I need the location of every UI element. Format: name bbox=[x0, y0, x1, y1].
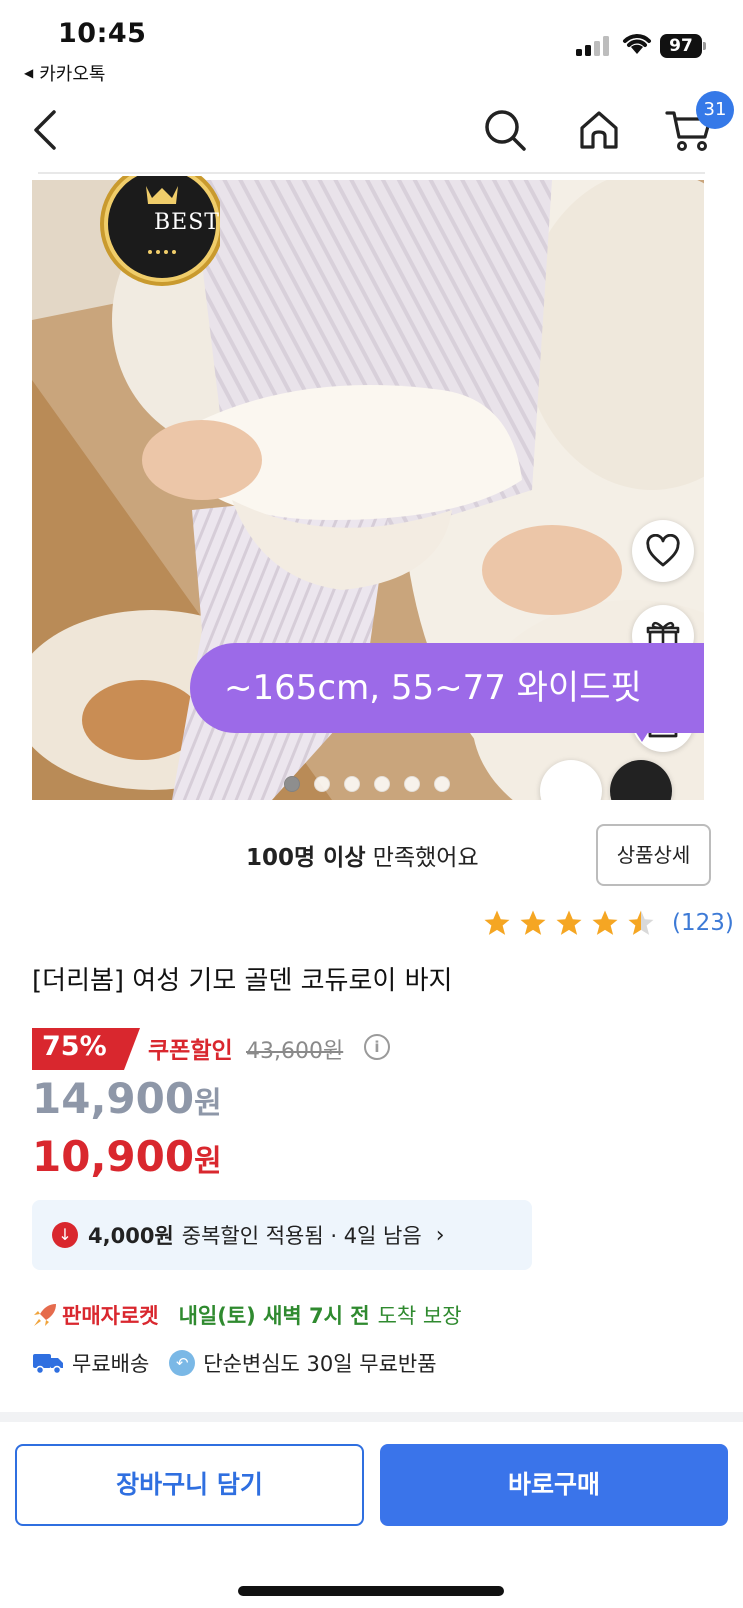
discount-rate: 75% bbox=[42, 1031, 107, 1062]
carousel-dot[interactable] bbox=[314, 776, 330, 792]
sale-price-unit: 원 bbox=[194, 1086, 222, 1121]
coupon-discount-label: 쿠폰할인 bbox=[148, 1038, 233, 1064]
satisfaction-text: 만족했어요 bbox=[365, 845, 479, 871]
free-shipping-label: 무료배송 bbox=[72, 1352, 150, 1376]
rocket-icon bbox=[34, 1304, 56, 1326]
star-half-icon bbox=[628, 910, 654, 935]
carousel-dot[interactable] bbox=[284, 776, 300, 792]
carousel-dot[interactable] bbox=[434, 776, 450, 792]
add-to-cart-button[interactable]: 장바구니 담기 bbox=[15, 1444, 364, 1526]
shipping-info-row: 무료배송 ↶ 단순변심도 30일 무료반품 bbox=[32, 1348, 437, 1378]
home-icon bbox=[580, 111, 618, 149]
size-fit-banner: ~165cm, 55~77 와이드핏 bbox=[190, 643, 704, 733]
return-arrow-icon: ↶ bbox=[169, 1350, 196, 1376]
product-title: [더리봄] 여성 기모 골덴 코듀로이 바지 bbox=[32, 966, 453, 996]
satisfaction-count: 100명 이상 bbox=[246, 845, 366, 871]
duplicate-discount-text: 중복할인 적용됨 · 4일 남음 bbox=[181, 1224, 422, 1248]
search-icon bbox=[485, 110, 526, 151]
wishlist-button[interactable] bbox=[632, 520, 694, 582]
back-app-label: 카카오톡 bbox=[39, 64, 106, 85]
best-badge-label: BEST bbox=[154, 210, 220, 235]
final-price-amount: 10,900 bbox=[32, 1132, 195, 1181]
original-price: 43,600원 bbox=[246, 1039, 344, 1064]
chevron-right-icon: › bbox=[435, 1222, 445, 1248]
carousel-dot[interactable] bbox=[374, 776, 390, 792]
status-bar: 10:45 ◀ 카카오톡 97 bbox=[0, 0, 743, 85]
cellular-signal-icon bbox=[576, 36, 612, 56]
review-count[interactable]: (123) bbox=[672, 910, 734, 936]
rocket-brand: 판매자로켓 bbox=[62, 1304, 159, 1328]
arrow-down-icon: ↓ bbox=[52, 1222, 78, 1248]
final-price-unit: 원 bbox=[194, 1144, 222, 1179]
wifi-icon bbox=[623, 34, 651, 54]
top-navigation bbox=[0, 90, 743, 170]
buy-now-button[interactable]: 바로구매 bbox=[380, 1444, 728, 1526]
cart-count-badge: 31 bbox=[696, 91, 734, 129]
size-fit-banner-tail bbox=[628, 720, 656, 742]
chevron-left-icon bbox=[34, 110, 56, 150]
satisfaction-summary: 100명 이상 만족했어요 bbox=[246, 838, 479, 872]
carousel-dot[interactable] bbox=[404, 776, 420, 792]
delivery-eta: 내일(토) 새벽 7시 전 bbox=[178, 1304, 370, 1328]
back-button[interactable] bbox=[10, 90, 80, 170]
battery-level: 97 bbox=[660, 34, 702, 58]
truck-icon bbox=[33, 1354, 63, 1375]
product-detail-button[interactable]: 상품상세 bbox=[596, 824, 711, 886]
final-price: 10,900원 bbox=[32, 1132, 222, 1181]
duplicate-discount-amount: 4,000원 bbox=[88, 1224, 174, 1248]
free-return-label: 단순변심도 30일 무료반품 bbox=[203, 1352, 437, 1376]
heart-icon bbox=[646, 534, 680, 567]
bottom-divider bbox=[0, 1412, 743, 1422]
search-button[interactable] bbox=[470, 90, 540, 170]
back-triangle-icon: ◀ bbox=[24, 66, 34, 80]
star-full-icon bbox=[484, 910, 510, 935]
battery-indicator: 97 bbox=[660, 34, 706, 58]
star-full-icon bbox=[592, 910, 618, 935]
duplicate-discount-banner[interactable]: ↓ 4,000원 중복할인 적용됨 · 4일 남음 › bbox=[32, 1200, 532, 1270]
home-button[interactable] bbox=[564, 90, 634, 170]
carousel-dot[interactable] bbox=[344, 776, 360, 792]
status-time: 10:45 bbox=[58, 18, 147, 49]
carousel-indicator bbox=[284, 776, 450, 792]
rocket-delivery-row: 판매자로켓 내일(토) 새벽 7시 전 도착 보장 bbox=[32, 1300, 462, 1330]
sale-price: 14,900원 bbox=[32, 1074, 222, 1123]
info-icon[interactable]: i bbox=[364, 1034, 390, 1060]
star-full-icon bbox=[556, 910, 582, 935]
sale-price-amount: 14,900 bbox=[32, 1074, 195, 1123]
back-to-app-link[interactable]: ◀ 카카오톡 bbox=[24, 60, 105, 86]
star-rating[interactable]: (123) bbox=[482, 908, 734, 938]
star-full-icon bbox=[520, 910, 546, 935]
delivery-guarantee: 도착 보장 bbox=[377, 1304, 462, 1328]
nav-divider bbox=[38, 172, 705, 174]
home-indicator bbox=[238, 1586, 504, 1596]
